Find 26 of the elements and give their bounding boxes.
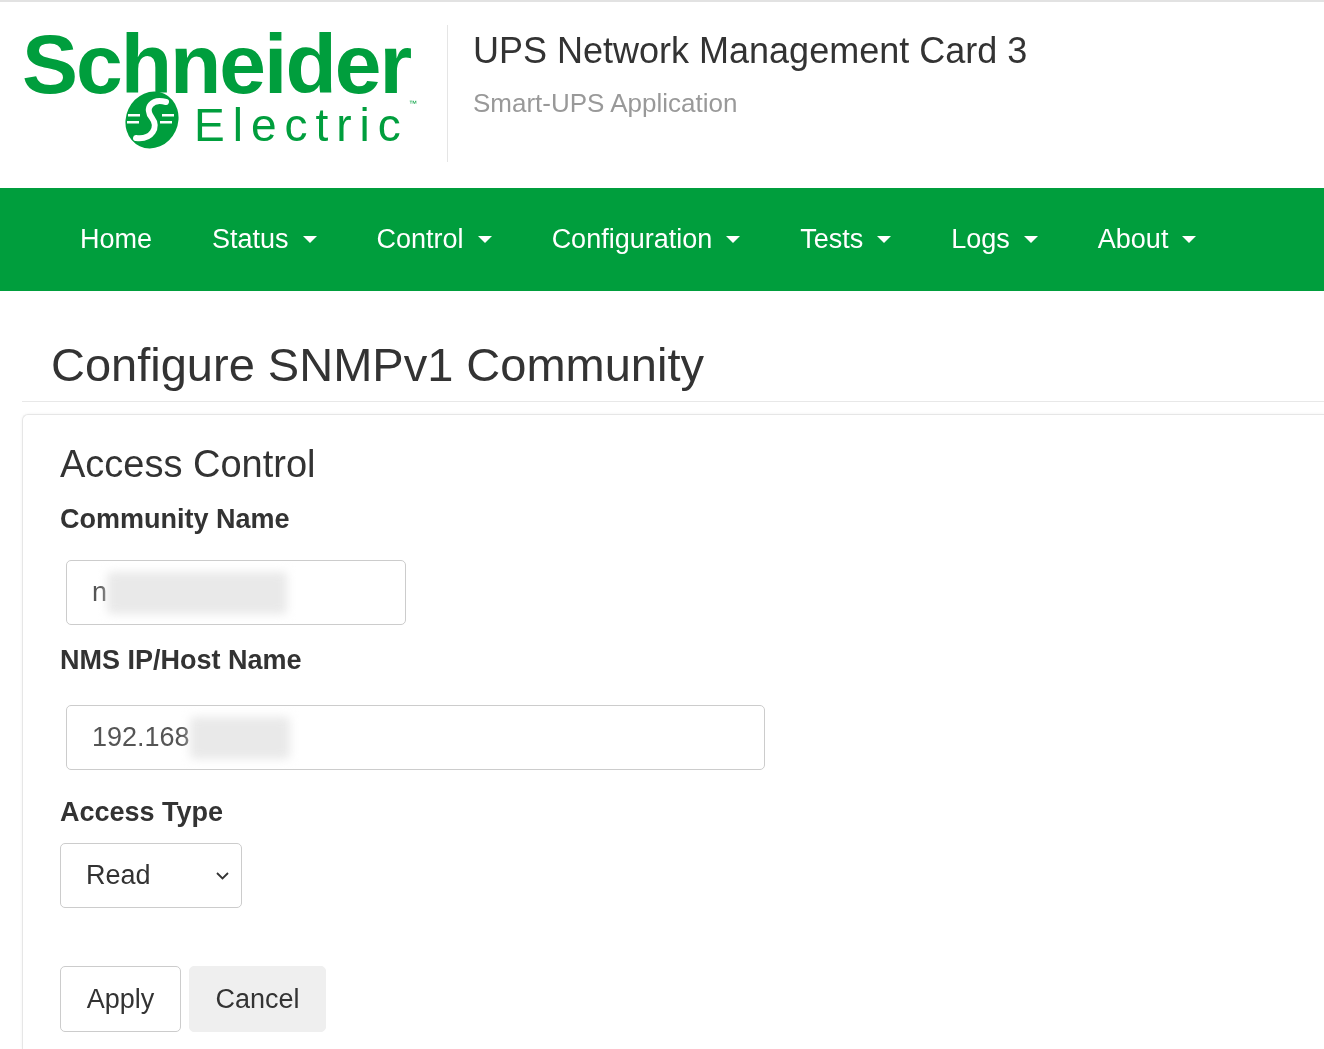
nav-menu-item[interactable]: About [1067,188,1227,291]
cancel-button[interactable]: Cancel [189,966,326,1032]
caret-down-icon [302,236,317,243]
product-subtitle: Smart-UPS Application [473,90,739,116]
chevron-down-icon [216,871,229,880]
text-input-field[interactable]: 192.168 [66,705,765,770]
trademark-mark: ™ [408,100,417,108]
field-label: Access Type [60,799,224,826]
caret-down-icon [877,236,892,243]
nav-menu-item[interactable]: Logs [921,188,1068,291]
nav-menu-item[interactable]: Configuration [521,188,771,291]
nav-menu-item[interactable]: Status [182,188,347,291]
caret-down-icon [726,236,741,243]
caret-down-icon [1182,236,1197,243]
nav-menu-item[interactable]: Home [50,188,183,291]
select-dropdown[interactable]: Read [60,843,242,908]
field-label: Community Name [60,506,290,533]
section-heading: Access Control [60,445,316,483]
nav-menu-item[interactable]: Control [346,188,522,291]
field-label: NMS IP/Host Name [60,647,302,674]
nav-menu-item[interactable]: Tests [770,188,922,291]
text-input-field[interactable]: n [66,560,406,625]
apply-button[interactable]: Apply [60,966,181,1032]
caret-down-icon [477,236,492,243]
caret-down-icon [1023,236,1038,243]
product-title: UPS Network Management Card 3 [473,33,1028,69]
